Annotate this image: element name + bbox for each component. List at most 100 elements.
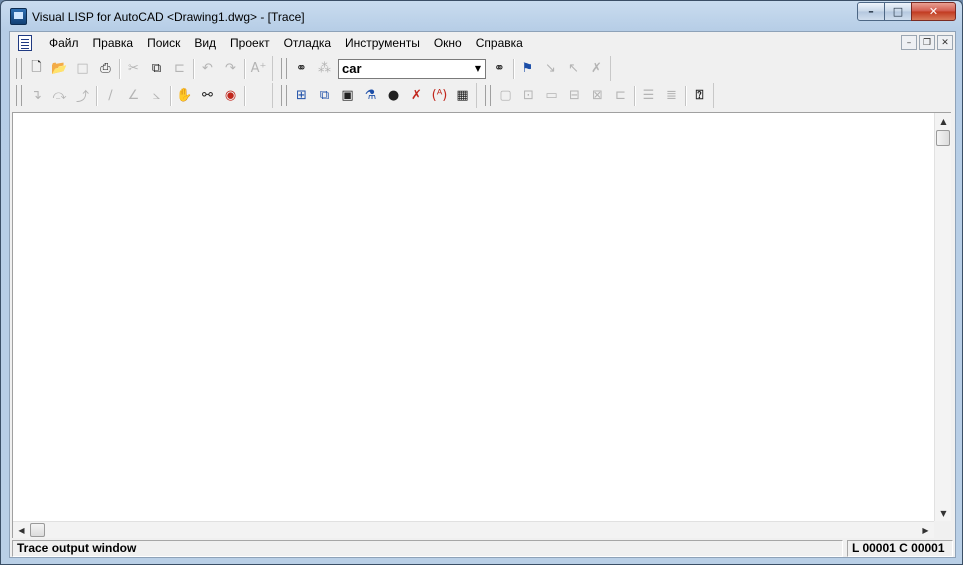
horizontal-scroll-thumb[interactable] [30, 523, 45, 537]
paste-icon[interactable]: ⊏ [168, 58, 191, 80]
load-selection-icon[interactable]: ⊡ [517, 85, 540, 107]
menu-bar: Файл Правка Поиск Вид Проект Отладка Инс… [10, 32, 955, 54]
scroll-down-arrow-icon[interactable]: ▼ [935, 505, 952, 522]
symbol-service-icon[interactable]: ✗ [405, 85, 428, 107]
format-selection-icon[interactable]: ⊏ [609, 85, 632, 107]
mdi-minimize-button[interactable]: – [901, 35, 917, 50]
minimize-button[interactable]: – [857, 2, 885, 21]
load-active-edit-window-icon[interactable]: ▢ [494, 85, 517, 107]
format-edit-window-icon[interactable]: ⊠ [586, 85, 609, 107]
lisp-console-icon[interactable]: ▣ [336, 85, 359, 107]
search-toolbar-binoculars-icon[interactable]: ⚭ [488, 58, 511, 80]
copy-icon[interactable]: ⧉ [145, 58, 168, 80]
replace-icon[interactable]: ⁂ [313, 58, 336, 80]
mdi-restore-button[interactable]: ❐ [919, 35, 935, 50]
activate-autocad-icon[interactable]: ⊞ [290, 85, 313, 107]
last-break-source-icon[interactable]: ◉ [219, 85, 242, 107]
redo-icon[interactable]: ↷ [219, 58, 242, 80]
step-over-icon[interactable]: ⤼ [48, 85, 71, 107]
status-bar: Trace output window L 00001 C 00001 [12, 539, 953, 557]
mdi-close-button[interactable]: ✕ [937, 35, 953, 50]
mdi-caption-buttons: – ❐ ✕ [901, 35, 953, 50]
status-message: Trace output window [12, 539, 843, 557]
uncomment-block-icon[interactable]: ≣ [660, 85, 683, 107]
toolbar-separator [96, 85, 97, 106]
toolbar-separator [170, 85, 171, 106]
main-menu: Файл Правка Поиск Вид Проект Отладка Инс… [42, 32, 530, 54]
toolbar-row-2: ↴ ⤼ ⤴ ∕ ∠ ⦣ ✋ ⚯ ◉ ⊞ ⧉ ▣ ⚗ ● ✗ (ᴬ) ▦ ▢ ⊡ … [10, 82, 716, 109]
trace-output-area[interactable]: ▲ ▼ ◀ ▶ [12, 112, 951, 538]
comment-block-icon[interactable]: ☰ [637, 85, 660, 107]
client-area: Файл Правка Поиск Вид Проект Отладка Инс… [9, 31, 956, 558]
close-button[interactable]: ✕ [911, 2, 956, 21]
toolbar-area: 🗋 📂 □ ⎙ ✂ ⧉ ⊏ ↶ ↷ A⁺ ⚭ ⁂ car ▼ ⚭ ⚑ ↘ ↖ ✗… [10, 54, 955, 110]
save-icon[interactable]: □ [71, 58, 94, 80]
add-watch-icon[interactable]: ⚯ [196, 85, 219, 107]
scrollbar-corner [934, 521, 951, 538]
vertical-scroll-thumb[interactable] [936, 130, 950, 146]
select-window-icon[interactable]: ⧉ [313, 85, 336, 107]
search-toolbar: ⚭ ⁂ car ▼ ⚭ ⚑ ↘ ↖ ✗ [275, 56, 611, 81]
trace-stack-icon[interactable]: ● [382, 85, 405, 107]
visual-lisp-app-icon[interactable] [10, 8, 27, 25]
toolbar-grip[interactable] [281, 85, 287, 106]
search-combo-value[interactable]: car [339, 61, 471, 76]
complete-word-icon[interactable]: A⁺ [247, 58, 270, 80]
toolbar-grip[interactable] [485, 85, 491, 106]
maximize-button[interactable]: □ [884, 2, 912, 21]
title-bar[interactable]: Visual LISP for AutoCAD <Drawing1.dwg> -… [1, 1, 962, 31]
toolbar-grip[interactable] [281, 58, 287, 79]
menu-view[interactable]: Вид [187, 32, 223, 54]
toolbar-separator [244, 58, 245, 79]
undo-icon[interactable]: ↶ [196, 58, 219, 80]
view-toolbar: ⊞ ⧉ ▣ ⚗ ● ✗ (ᴬ) ▦ [275, 83, 477, 108]
apropos-icon[interactable]: (ᴬ) [428, 85, 451, 107]
toolbar-grip[interactable] [16, 85, 22, 106]
clear-bookmarks-icon[interactable]: ✗ [585, 58, 608, 80]
toggle-bookmark-icon[interactable]: ⚑ [516, 58, 539, 80]
cursor-position: L 00001 C 00001 [847, 539, 953, 557]
previous-bookmark-icon[interactable]: ↖ [562, 58, 585, 80]
break-indicator-icon [247, 85, 270, 107]
quit-icon[interactable]: ∠ [122, 85, 145, 107]
menu-project[interactable]: Проект [223, 32, 277, 54]
menu-edit[interactable]: Правка [86, 32, 141, 54]
app-window: Visual LISP for AutoCAD <Drawing1.dwg> -… [0, 0, 963, 565]
toggle-breakpoint-icon[interactable]: ✋ [173, 85, 196, 107]
menu-help[interactable]: Справка [469, 32, 530, 54]
toolbar-grip[interactable] [16, 58, 22, 79]
menu-debug[interactable]: Отладка [277, 32, 338, 54]
horizontal-scrollbar[interactable]: ◀ ▶ [13, 521, 934, 538]
menu-file[interactable]: Файл [42, 32, 86, 54]
scroll-right-arrow-icon[interactable]: ▶ [917, 522, 934, 539]
document-window-icon[interactable] [18, 35, 32, 51]
tools-toolbar: ▢ ⊡ ▭ ⊟ ⊠ ⊏ ☰ ≣ ⍰ [479, 83, 714, 108]
toolbar-separator [119, 58, 120, 79]
scroll-left-arrow-icon[interactable]: ◀ [13, 522, 30, 539]
continue-icon[interactable]: ∕ [99, 85, 122, 107]
step-out-icon[interactable]: ⤴ [71, 85, 94, 107]
menu-window[interactable]: Окно [427, 32, 469, 54]
window-title: Visual LISP for AutoCAD <Drawing1.dwg> -… [32, 10, 305, 24]
step-into-icon[interactable]: ↴ [25, 85, 48, 107]
check-edit-window-icon[interactable]: ▭ [540, 85, 563, 107]
menu-tools[interactable]: Инструменты [338, 32, 427, 54]
open-folder-icon[interactable]: 📂 [48, 58, 71, 80]
reset-icon[interactable]: ⦣ [145, 85, 168, 107]
toolbar-separator [244, 85, 245, 106]
next-bookmark-icon[interactable]: ↘ [539, 58, 562, 80]
watch-window-icon[interactable]: ▦ [451, 85, 474, 107]
search-combo-box[interactable]: car ▼ [338, 58, 486, 79]
new-file-icon[interactable]: 🗋 [25, 58, 48, 80]
menu-search[interactable]: Поиск [140, 32, 187, 54]
chevron-down-icon[interactable]: ▼ [471, 60, 485, 78]
scroll-up-arrow-icon[interactable]: ▲ [935, 113, 952, 130]
inspect-icon[interactable]: ⚗ [359, 85, 382, 107]
help-icon[interactable]: ⍰ [688, 85, 711, 107]
vertical-scrollbar[interactable]: ▲ ▼ [934, 113, 951, 522]
check-selection-icon[interactable]: ⊟ [563, 85, 586, 107]
print-icon[interactable]: ⎙ [94, 58, 117, 80]
caption-buttons: – □ ✕ [857, 2, 956, 22]
find-binoculars-icon[interactable]: ⚭ [290, 58, 313, 80]
cut-icon[interactable]: ✂ [122, 58, 145, 80]
